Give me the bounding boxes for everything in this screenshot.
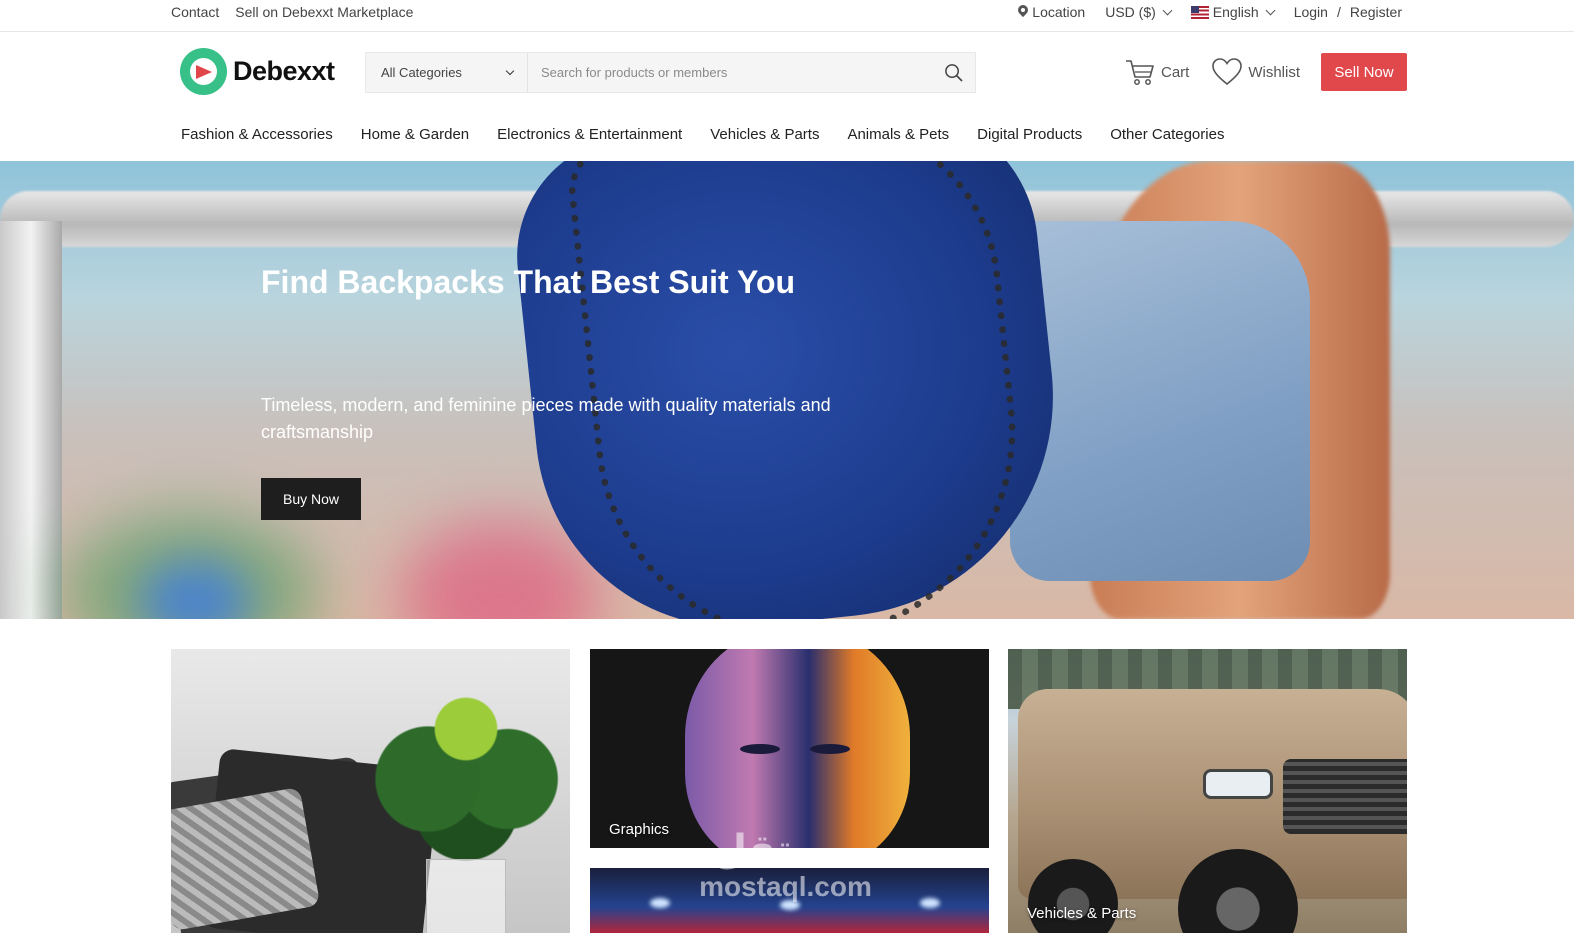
site-logo[interactable]: Debexxt	[180, 48, 335, 95]
location-pin-icon	[1018, 5, 1028, 19]
register-link[interactable]: Register	[1350, 4, 1402, 20]
tile-label-graphics: Graphics	[609, 821, 670, 838]
tile-image-vase	[426, 859, 506, 933]
search-category-select[interactable]: All Categories	[366, 53, 528, 92]
sell-on-marketplace-link[interactable]: Sell on Debexxt Marketplace	[235, 4, 413, 20]
top-bar-right: Location USD ($) English Login / Registe…	[998, 0, 1402, 24]
language-selector[interactable]: English	[1190, 4, 1276, 20]
heart-icon	[1212, 58, 1243, 86]
sell-now-button[interactable]: Sell Now	[1321, 53, 1407, 91]
auth-separator: /	[1336, 4, 1341, 20]
hero-bag-strap	[563, 161, 1037, 619]
contact-link[interactable]: Contact	[171, 4, 219, 20]
hero-bg-post	[0, 221, 62, 619]
chevron-down-icon	[505, 66, 515, 76]
hero-banner	[0, 161, 1574, 619]
language-label: English	[1212, 4, 1259, 20]
category-fashion-accessories[interactable]: Fashion & Accessories	[181, 126, 333, 143]
logo-mark-icon	[180, 48, 227, 95]
search-button[interactable]	[931, 53, 975, 92]
location-selector[interactable]: Location	[1018, 4, 1085, 20]
tile-image-face	[685, 649, 910, 848]
currency-label: USD ($)	[1105, 4, 1156, 20]
category-vehicles-parts[interactable]: Vehicles & Parts	[710, 126, 819, 143]
tile-home-garden[interactable]	[171, 649, 570, 933]
tile-image-plant	[371, 669, 561, 869]
wishlist-button[interactable]: Wishlist	[1212, 58, 1300, 86]
logo-text: Debexxt	[233, 56, 335, 86]
category-electronics-entertainment[interactable]: Electronics & Entertainment	[497, 126, 682, 143]
hero-subtitle: Timeless, modern, and feminine pieces ma…	[261, 395, 831, 442]
cart-icon	[1126, 60, 1154, 85]
tile-image-light	[780, 900, 800, 910]
search-input[interactable]	[528, 53, 931, 92]
auth-links: Login / Register	[1294, 4, 1402, 20]
login-link[interactable]: Login	[1294, 4, 1328, 20]
wishlist-label: Wishlist	[1248, 63, 1301, 81]
search-bar: All Categories	[365, 52, 976, 93]
hero-title: Find Backpacks That Best Suit You	[261, 264, 796, 300]
search-icon	[944, 64, 962, 82]
category-nav: Fashion & Accessories Home & Garden Elec…	[181, 126, 1224, 143]
chevron-down-icon	[1162, 5, 1173, 16]
top-bar-left: Contact Sell on Debexxt Marketplace	[171, 0, 413, 24]
tile-vehicles-parts[interactable]: Vehicles & Parts	[1008, 649, 1407, 933]
tile-image-light	[650, 898, 670, 908]
tile-image-light	[920, 898, 940, 908]
cart-label: Cart	[1161, 63, 1190, 81]
tile-label-vehicles: Vehicles & Parts	[1027, 905, 1137, 922]
header-actions: Cart Wishlist	[1125, 53, 1323, 91]
currency-selector[interactable]: USD ($)	[1105, 4, 1173, 20]
tile-image-headlight	[1203, 769, 1273, 799]
tile-image-eye	[810, 744, 850, 754]
category-animals-pets[interactable]: Animals & Pets	[847, 126, 949, 143]
tile-graphics[interactable]: Graphics	[590, 649, 989, 848]
tile-electronics[interactable]	[590, 868, 989, 933]
location-label: Location	[1032, 4, 1086, 20]
category-other[interactable]: Other Categories	[1110, 126, 1224, 143]
buy-now-button[interactable]: Buy Now	[261, 478, 361, 520]
tile-image-grill	[1283, 759, 1407, 834]
tile-image-eye	[740, 744, 780, 754]
cart-button[interactable]: Cart	[1125, 58, 1189, 86]
chevron-down-icon	[1265, 5, 1276, 16]
category-home-garden[interactable]: Home & Garden	[361, 126, 469, 143]
top-bar: Contact Sell on Debexxt Marketplace Loca…	[0, 0, 1574, 32]
hero-text: Find Backpacks That Best Suit You	[261, 264, 795, 301]
us-flag-icon	[1190, 5, 1209, 19]
search-category-label: All Categories	[381, 65, 462, 80]
category-digital-products[interactable]: Digital Products	[977, 126, 1082, 143]
hero-bg-shorts	[1010, 221, 1310, 581]
